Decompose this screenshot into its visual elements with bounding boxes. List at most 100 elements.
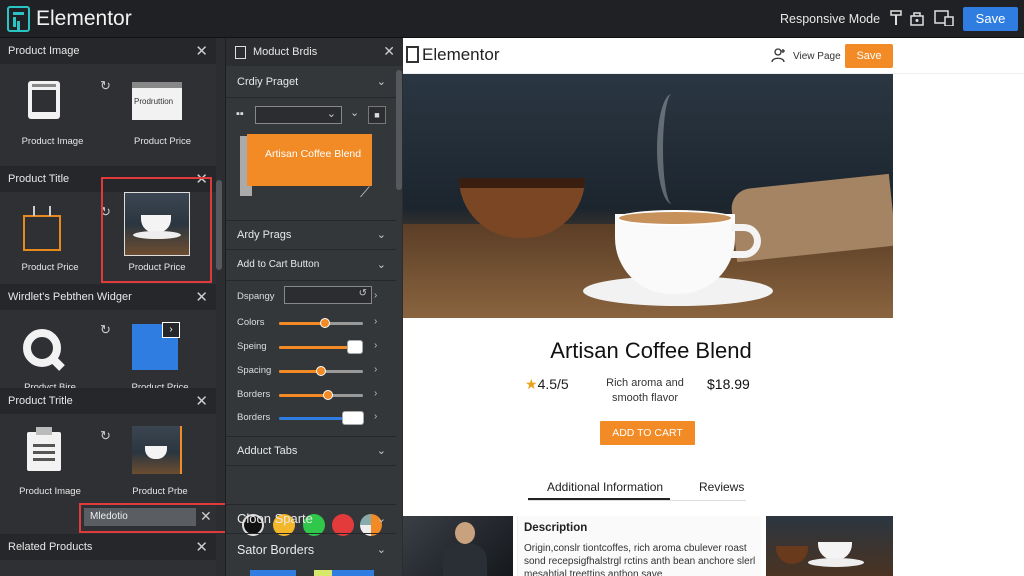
select-dropdown[interactable]: ⌄: [255, 106, 342, 124]
widget-tile-product-price[interactable]: › Product Price: [110, 314, 210, 393]
section-label: Ardy Prags: [237, 229, 292, 241]
section-add-to-cart-button[interactable]: Add to Cart Button ⌄: [226, 251, 396, 281]
product-rating: ★4.5/5: [525, 376, 569, 392]
chevron-right-icon[interactable]: ›: [374, 364, 377, 375]
chevron-right-icon[interactable]: ›: [374, 411, 377, 422]
slider-colors[interactable]: [279, 318, 363, 328]
product-hero-image: [403, 74, 893, 318]
element-preview-card[interactable]: Artisan Coffee Blend: [247, 134, 372, 186]
preview-header: Elementor View Page Save: [403, 38, 1024, 74]
device-preview-icon[interactable]: [934, 10, 954, 26]
slider-spacing[interactable]: [279, 366, 363, 376]
section-adduct-tabs[interactable]: Adduct Tabs ⌄: [226, 436, 396, 466]
display-label: Dspangy: [237, 291, 275, 302]
widget-tile-product-image[interactable]: Product Image: [0, 68, 105, 168]
app-title: Elementor: [36, 7, 132, 30]
slider-borders-2[interactable]: [279, 411, 364, 425]
settings-scrollbar[interactable]: [396, 70, 402, 190]
section-cloon-sparte[interactable]: Cloon Sparte ⌄: [226, 504, 396, 534]
slider-borders[interactable]: [279, 390, 363, 400]
chevron-down-icon: ⌄: [326, 108, 336, 120]
close-icon[interactable]: ✕: [383, 43, 395, 60]
panel-header-product-image[interactable]: Product Image ✕: [0, 38, 216, 64]
blue-widget-thumb: ›: [132, 322, 180, 370]
close-icon[interactable]: ✕: [195, 42, 208, 60]
paint-roller-icon[interactable]: [888, 10, 904, 26]
widget-tile-product-price[interactable]: Prodruttion Product Price: [110, 68, 215, 168]
section-label: Sator Borders: [237, 543, 315, 557]
chevron-down-icon: ⌄: [376, 544, 386, 556]
widget-label: Product Image: [19, 486, 81, 497]
section-ardy-prags[interactable]: Ardy Prags ⌄: [226, 220, 396, 250]
widget-tile-product-price[interactable]: Product Price: [0, 196, 100, 296]
chevron-right-icon[interactable]: ›: [374, 388, 377, 399]
price-tag-icon: [23, 206, 61, 251]
panel-header-widget[interactable]: Wirdlet's Pebthen Widger ✕: [0, 284, 216, 310]
settings-header: Moduct Brdis ✕: [226, 38, 403, 66]
chevron-down-icon: ⌄: [376, 229, 386, 241]
steam: [657, 94, 687, 204]
description-title: Description: [524, 522, 588, 534]
settings-panel: Moduct Brdis ✕ Crdiy Praget ⌄ ▪▪ ⌄ ⌄ ■ A…: [225, 38, 403, 576]
chevron-down-icon: ⌄: [376, 513, 386, 525]
chevron-down-icon[interactable]: ⌄: [350, 106, 359, 119]
control-label: Borders: [237, 412, 271, 423]
trash-icon[interactable]: ■: [368, 106, 386, 124]
lock-icon[interactable]: [909, 10, 925, 26]
section-label: Add to Cart Button: [237, 259, 320, 270]
document-widget-icon: [27, 427, 61, 471]
panel-header-product-tritle[interactable]: Product Tritle ✕: [0, 388, 216, 414]
chevron-right-icon[interactable]: ›: [374, 290, 377, 301]
reset-icon[interactable]: ↺: [359, 288, 367, 299]
arrow-right-icon: ›: [162, 322, 180, 338]
tab-reviews[interactable]: Reviews: [699, 480, 744, 494]
description-box: Description Origin,conslr tiontcoffes, r…: [517, 516, 761, 576]
user-add-icon[interactable]: [771, 47, 787, 63]
selection-highlight: [101, 177, 212, 283]
widget-label: Product Price: [21, 262, 79, 273]
panel-title: Product Title: [8, 173, 70, 185]
grid-icon[interactable]: ▪▪: [236, 108, 244, 120]
view-page-link[interactable]: View Page: [793, 51, 841, 62]
active-tab-indicator: [528, 498, 670, 500]
coffee-thumbnail: [132, 426, 182, 474]
widget-tile-product-image[interactable]: Product Image: [0, 418, 100, 498]
panel-title: Product Image: [8, 45, 80, 57]
responsive-mode-button[interactable]: Responsive Mode: [780, 12, 880, 26]
page-preview: Elementor View Page Save Artisan Coffee …: [403, 38, 1024, 576]
elementor-logo-icon: [406, 46, 419, 63]
close-icon[interactable]: ✕: [195, 288, 208, 306]
panel-header-related-products[interactable]: Related Products ✕: [0, 534, 216, 560]
input-highlight: [79, 503, 231, 533]
product-price-thumb: Prodruttion: [132, 82, 182, 120]
chevron-right-icon[interactable]: ›: [374, 340, 377, 351]
tab-additional-information[interactable]: Additional Information: [547, 480, 663, 494]
section-label: Adduct Tabs: [237, 445, 298, 457]
resize-handle-icon[interactable]: ⟋: [360, 184, 370, 201]
settings-title: Moduct Brdis: [253, 46, 318, 58]
preview-save-button[interactable]: Save: [845, 44, 893, 68]
close-icon[interactable]: ✕: [195, 538, 208, 556]
barista-image: [403, 516, 513, 576]
thumb-text: Prodruttion: [134, 97, 174, 106]
chevron-right-icon[interactable]: ›: [374, 316, 377, 327]
product-image-icon: [28, 81, 60, 119]
chevron-down-icon: ⌄: [376, 445, 386, 457]
slider-speing[interactable]: [279, 340, 363, 354]
display-input[interactable]: ↺: [284, 286, 372, 304]
widget-label: Product Prbe: [132, 486, 188, 497]
top-bar: Elementor Responsive Mode Save: [0, 0, 1024, 38]
section-sator-borders[interactable]: Sator Borders ⌄: [226, 536, 396, 566]
widgets-scrollbar[interactable]: [216, 180, 222, 270]
section-crdiy-praget[interactable]: Crdiy Praget ⌄: [226, 68, 396, 98]
star-icon: ★: [525, 376, 538, 392]
widget-tile-product-bire[interactable]: Prodvct Bire: [0, 314, 100, 393]
widget-tile-product-prbe[interactable]: Product Prbe: [110, 418, 210, 498]
search-widget-icon: [23, 329, 65, 371]
add-to-cart-button[interactable]: ADD TO CART: [600, 421, 695, 445]
save-button[interactable]: Save: [963, 7, 1018, 31]
close-icon[interactable]: ✕: [195, 392, 208, 410]
panel-title: Wirdlet's Pebthen Widger: [8, 291, 132, 303]
section-label: Crdiy Praget: [237, 76, 299, 88]
control-label: Speing: [237, 341, 267, 352]
